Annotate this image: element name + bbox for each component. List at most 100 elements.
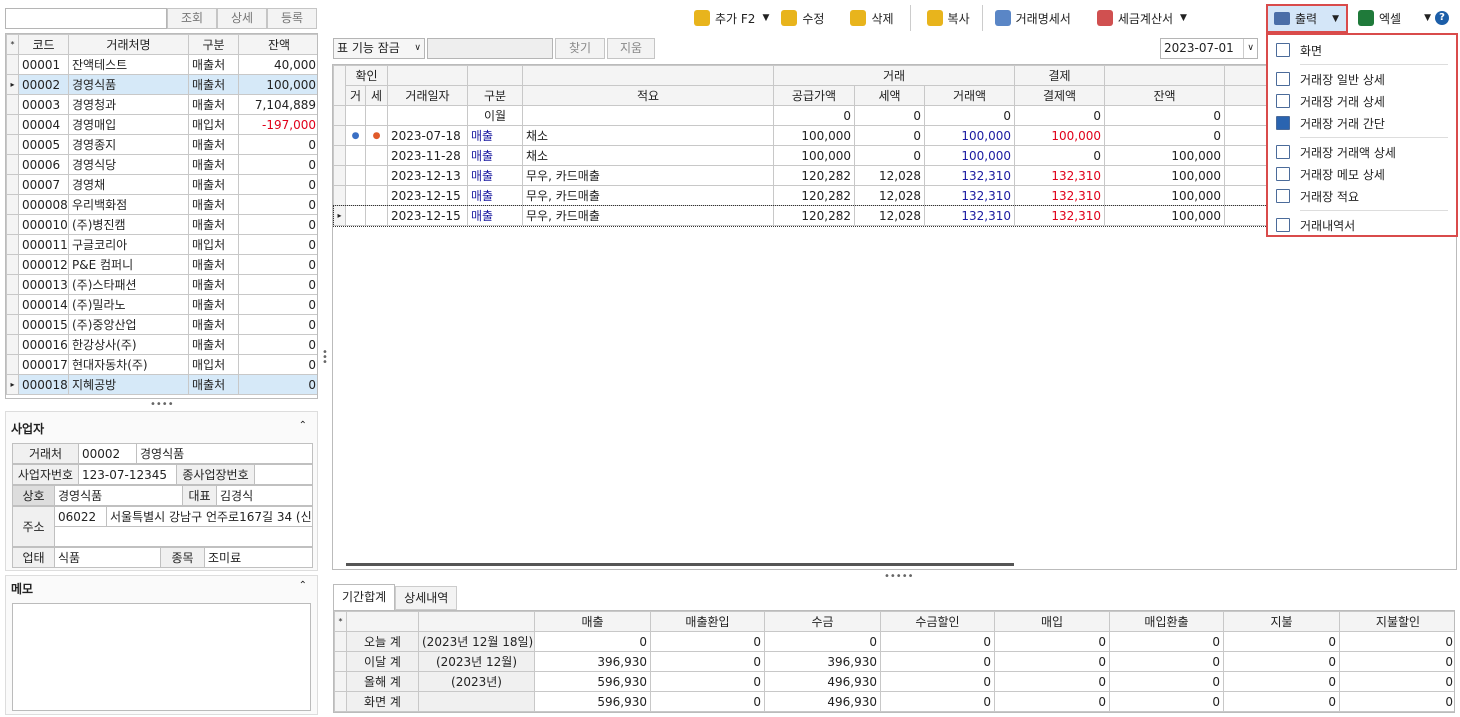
table-row[interactable]: 000011 구글코리아 매입처 0 <box>6 234 317 255</box>
tax-confirm-dot[interactable]: ● <box>365 125 388 146</box>
col-date[interactable]: 거래일자 <box>387 85 468 106</box>
summary-col[interactable]: 매출 <box>534 611 651 632</box>
edit-button[interactable]: 수정 <box>775 5 830 31</box>
memo-textarea[interactable] <box>12 603 311 711</box>
tax-confirm-dot[interactable] <box>365 145 388 166</box>
biz-no-field[interactable]: 123-07-12345 <box>78 464 177 485</box>
excel-button[interactable]: 엑셀 ▼ <box>1352 5 1437 31</box>
trade-confirm-dot[interactable] <box>345 205 366 226</box>
print-button[interactable]: 출력 ▼ <box>1266 4 1348 33</box>
help-icon[interactable]: ? <box>1435 11 1449 25</box>
tab-period-total[interactable]: 기간합계 <box>333 584 396 610</box>
table-row[interactable]: 000012 P&E 컴퍼니 매출처 0 <box>6 254 317 275</box>
print-menu-item[interactable]: 화면 <box>1276 39 1448 61</box>
summary-row[interactable]: 화면 계 596,930 0 496,930 0 0 0 0 0 <box>334 691 1454 712</box>
register-button[interactable]: 등록 <box>267 8 317 29</box>
splitter-handle[interactable]: •••• <box>150 399 174 410</box>
addr-field[interactable]: 서울특별시 강남구 언주로167길 34 (신 <box>106 506 313 527</box>
rep-field[interactable]: 김경식 <box>216 485 313 506</box>
zip-field[interactable]: 06022 <box>54 506 107 527</box>
col-kind[interactable]: 구분 <box>188 34 239 55</box>
table-row[interactable]: ▸ 000018 지혜공방 매출처 0 <box>6 374 317 395</box>
summary-col[interactable]: 매입 <box>994 611 1110 632</box>
table-row[interactable]: 000017 현대자동차(주) 매입처 0 <box>6 354 317 375</box>
table-row[interactable]: 000016 한강상사(주) 매출처 0 <box>6 334 317 355</box>
client-name-field[interactable]: 경영식품 <box>136 443 313 464</box>
table-row[interactable]: 00006 경영식당 매출처 0 <box>6 154 317 175</box>
print-menu-item[interactable]: 거래장 메모 상세 <box>1276 163 1448 185</box>
table-row[interactable]: 00003 경영청과 매출처 7,104,889 <box>6 94 317 115</box>
table-row[interactable]: 00005 경영종지 매출처 0 <box>6 134 317 155</box>
summary-col[interactable]: 지불 <box>1223 611 1340 632</box>
add-button[interactable]: 추가 F2 ▼ <box>688 5 775 31</box>
horizontal-scrollbar[interactable] <box>346 563 1014 566</box>
table-row[interactable]: 00004 경영매입 매입처 -197,000 <box>6 114 317 135</box>
clear-button[interactable]: 지움 <box>607 38 655 59</box>
summary-row[interactable]: 올해 계 (2023년) 596,930 0 496,930 0 0 0 0 0 <box>334 671 1454 692</box>
print-menu-item[interactable]: 거래내역서 <box>1276 214 1448 236</box>
summary-col[interactable]: 지불할인 <box>1339 611 1454 632</box>
table-row[interactable]: 000010 (주)병진캠 매출처 0 <box>6 214 317 235</box>
tab-detail[interactable]: 상세내역 <box>395 586 458 610</box>
col-tax[interactable]: 세액 <box>854 85 925 106</box>
summary-col[interactable]: 매출환입 <box>650 611 765 632</box>
delete-button[interactable]: 삭제 <box>844 5 899 31</box>
print-menu-item[interactable]: 거래장 적요 <box>1276 185 1448 207</box>
table-row[interactable]: ▸ 00002 경영식품 매출처 100,000 <box>6 74 317 95</box>
tax-confirm-dot[interactable] <box>365 205 388 226</box>
summary-col[interactable]: 수금 <box>764 611 881 632</box>
col-code[interactable]: 코드 <box>18 34 69 55</box>
col-payment[interactable]: 결제액 <box>1014 85 1106 106</box>
item-field[interactable]: 조미료 <box>204 547 313 568</box>
copy-button[interactable]: 복사 <box>921 5 976 31</box>
table-row[interactable]: 000014 (주)밀라노 매출처 0 <box>6 294 317 315</box>
find-input[interactable] <box>427 38 553 59</box>
memo-collapse-icon[interactable]: ⌃ <box>299 580 307 591</box>
client-search-input[interactable] <box>5 8 167 29</box>
trade-confirm-dot[interactable] <box>345 165 366 186</box>
memo-cell: 무우, 카드매출 <box>522 185 774 206</box>
table-row[interactable]: 000008 우리백화점 매출처 0 <box>6 194 317 215</box>
summary-col[interactable]: 매입환출 <box>1109 611 1224 632</box>
col-supply[interactable]: 공급가액 <box>773 85 855 106</box>
col-trade-check[interactable]: 거 <box>345 85 366 106</box>
find-button[interactable]: 찾기 <box>555 38 605 59</box>
splitter-handle[interactable]: ••••• <box>884 571 914 582</box>
trade-confirm-dot[interactable] <box>345 185 366 206</box>
table-lock-select[interactable]: 표 기능 잠금 ∨ <box>333 38 425 59</box>
start-date-field[interactable]: 2023-07-01 ∨ <box>1160 38 1258 59</box>
collapse-icon[interactable]: ⌃ <box>299 420 307 431</box>
col-memo[interactable]: 적요 <box>522 85 774 106</box>
sub-field[interactable] <box>254 464 313 485</box>
print-menu-item[interactable]: 거래장 거래액 상세 <box>1276 141 1448 163</box>
col-balance[interactable]: 잔액 <box>238 34 317 55</box>
summary-col[interactable]: 수금할인 <box>880 611 995 632</box>
type-field[interactable]: 식품 <box>54 547 161 568</box>
addr-detail-field[interactable] <box>54 526 313 547</box>
trade-confirm-dot[interactable]: ● <box>345 125 366 146</box>
table-row[interactable]: 00001 잔액테스트 매출처 40,000 <box>6 54 317 75</box>
search-button[interactable]: 조회 <box>167 8 217 29</box>
table-row[interactable]: 000013 (주)스타패션 매출처 0 <box>6 274 317 295</box>
trade-field[interactable]: 경영식품 <box>54 485 183 506</box>
col-kind[interactable]: 구분 <box>467 85 523 106</box>
tax-confirm-dot[interactable] <box>365 185 388 206</box>
trade-confirm-dot[interactable] <box>345 145 366 166</box>
print-menu-item[interactable]: 거래장 거래 간단 <box>1276 112 1448 134</box>
summary-row[interactable]: 오늘 계 (2023년 12월 18일) 0 0 0 0 0 0 0 0 <box>334 631 1454 652</box>
detail-button[interactable]: 상세 <box>217 8 267 29</box>
col-name[interactable]: 거래처명 <box>68 34 189 55</box>
client-code-field[interactable]: 00002 <box>78 443 137 464</box>
table-row[interactable]: 00007 경영채 매출처 0 <box>6 174 317 195</box>
col-tax-check[interactable]: 세 <box>365 85 388 106</box>
col-balance[interactable]: 잔액 <box>1104 85 1226 106</box>
print-menu-item[interactable]: 거래장 거래 상세 <box>1276 90 1448 112</box>
table-row[interactable]: 000015 (주)중앙산업 매출처 0 <box>6 314 317 335</box>
col-amount[interactable]: 거래액 <box>923 85 1016 106</box>
summary-row[interactable]: 이달 계 (2023년 12월) 396,930 0 396,930 0 0 0 0 0 <box>334 651 1454 672</box>
print-menu-item[interactable]: 거래장 일반 상세 <box>1276 68 1448 90</box>
tax-invoice-button[interactable]: 세금계산서 ▼ <box>1091 5 1193 31</box>
tax-confirm-dot[interactable] <box>365 165 388 186</box>
vertical-splitter[interactable]: • • • <box>322 348 328 368</box>
statement-button[interactable]: 거래명세서 <box>989 5 1077 31</box>
